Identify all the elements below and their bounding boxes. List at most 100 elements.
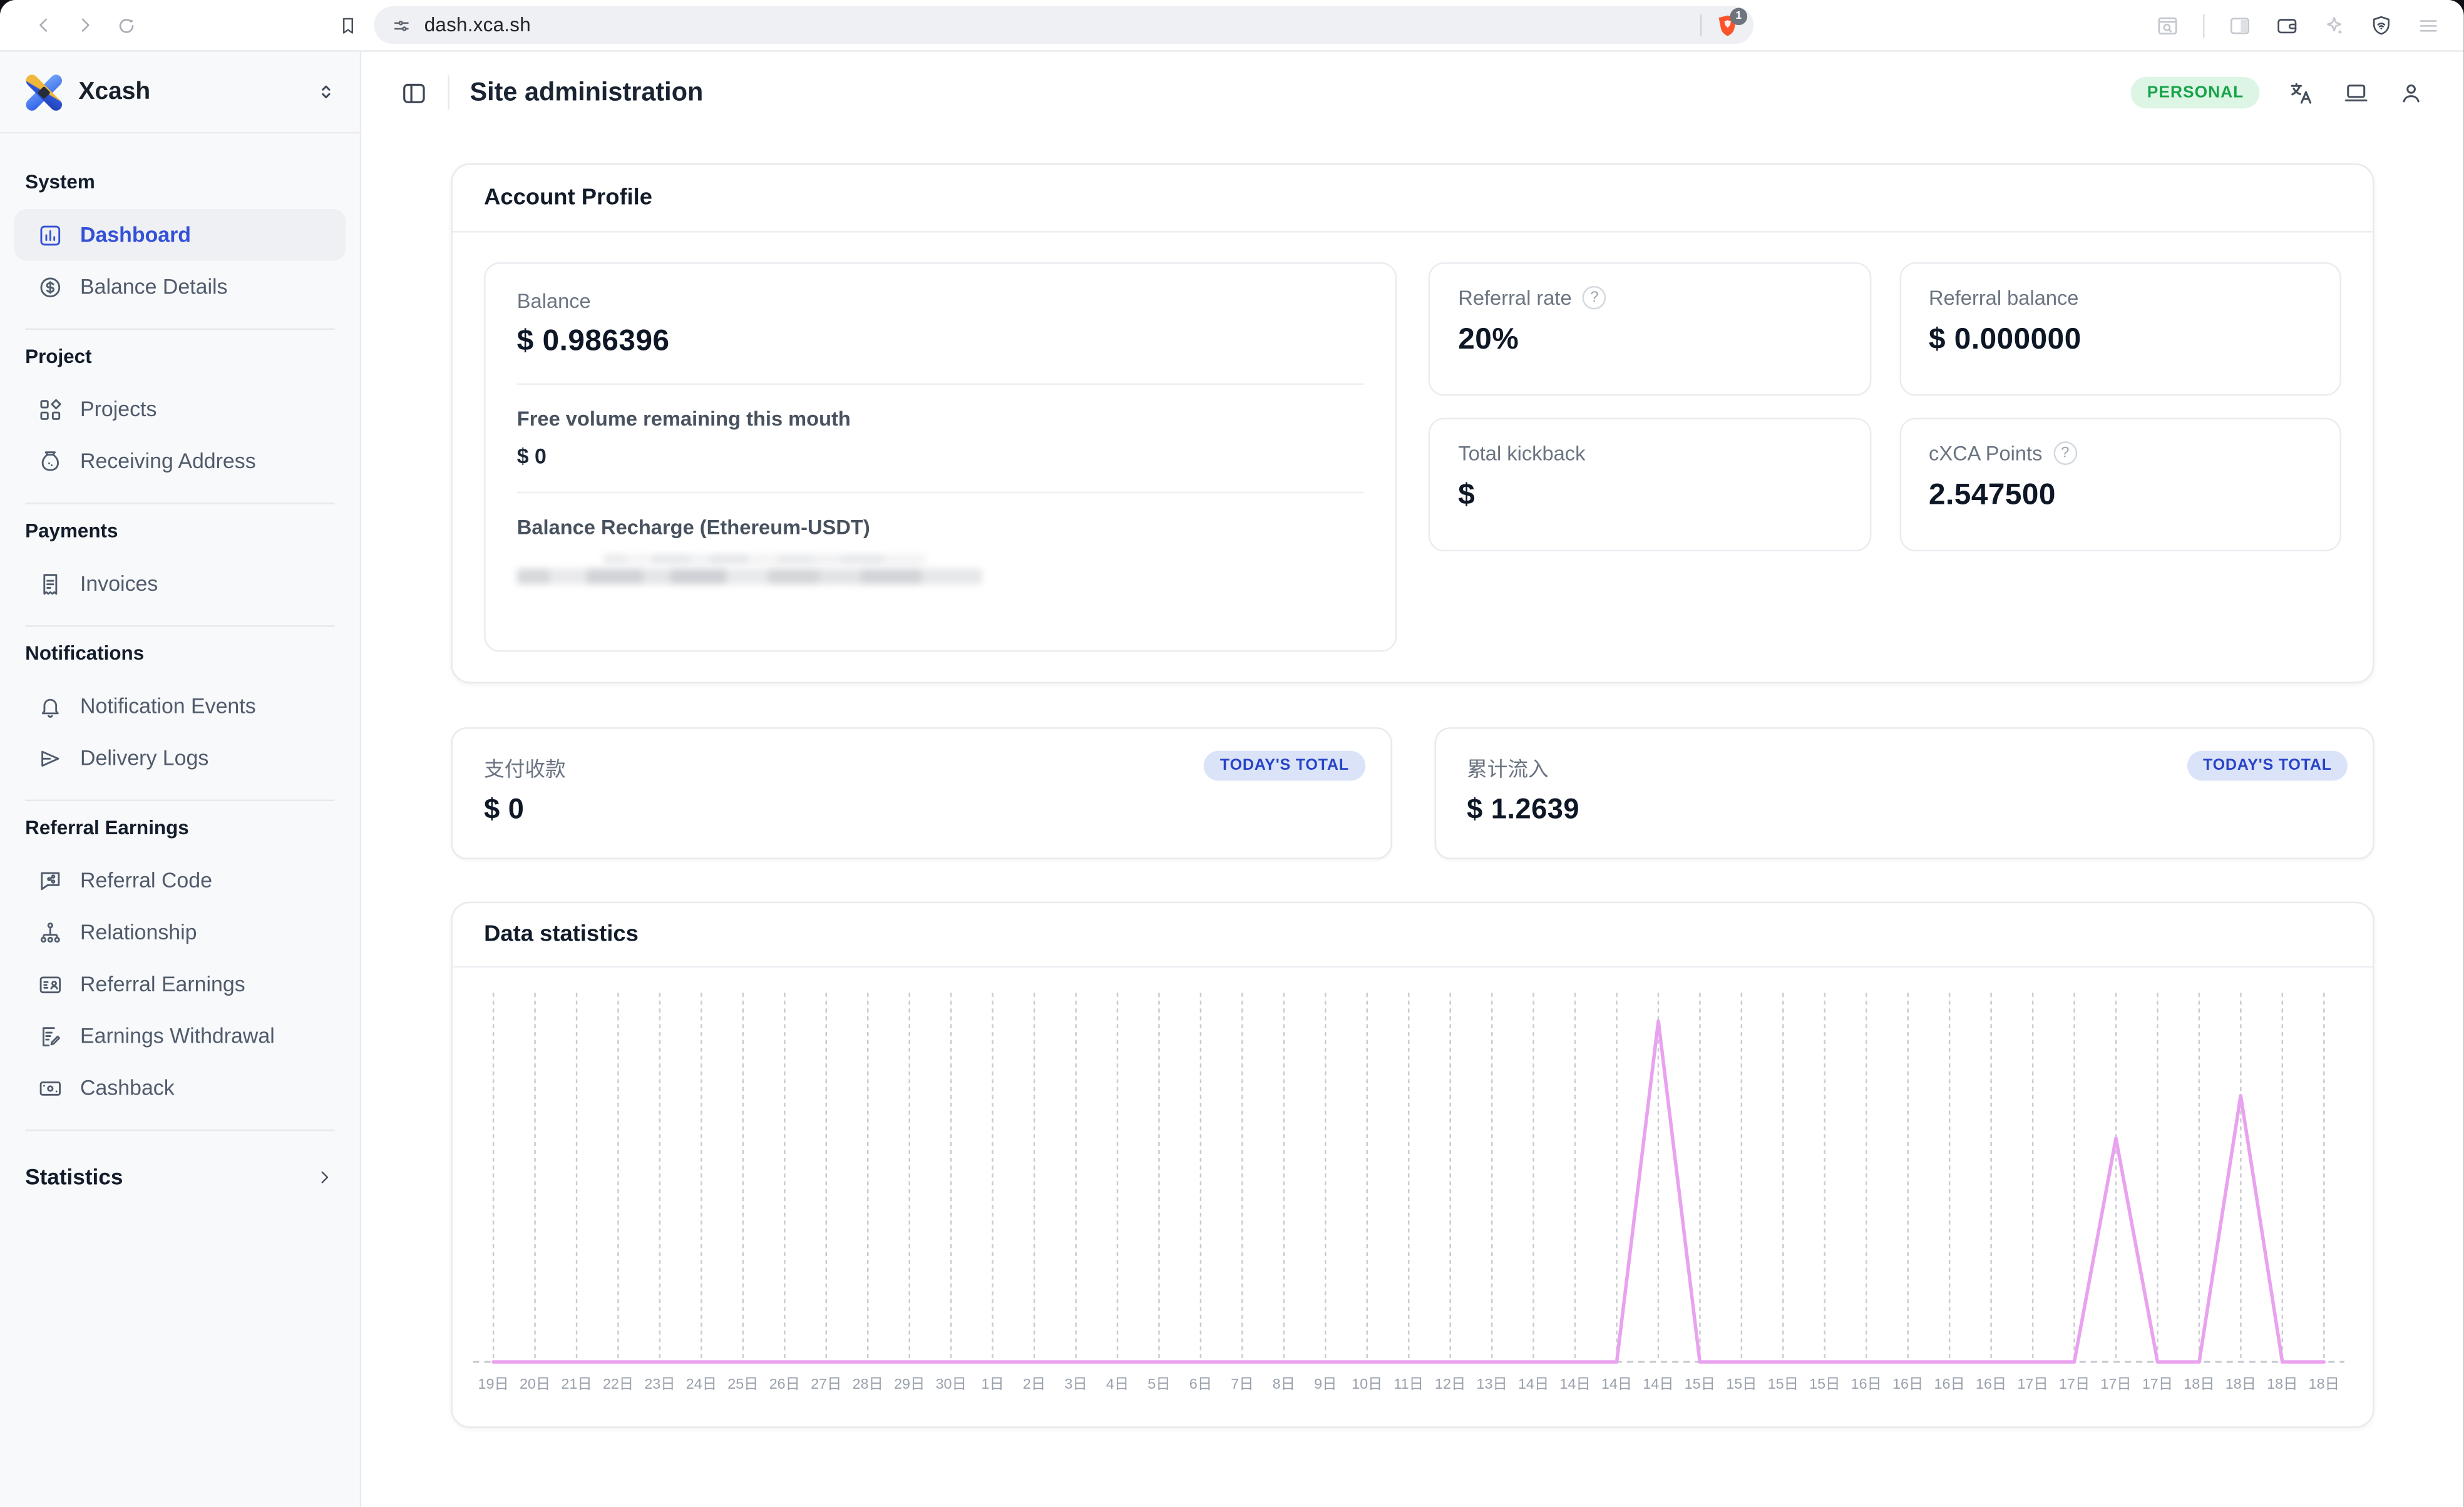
sidebar-item-earnings-withdrawal[interactable]: Earnings Withdrawal — [14, 1010, 346, 1062]
line-chart: 19日20日21日22日23日24日25日26日27日28日29日30日1日2日… — [453, 968, 2374, 1426]
back-icon[interactable] — [34, 16, 53, 34]
sparkle-icon[interactable] — [2323, 13, 2346, 37]
shield-badge: 1 — [1730, 7, 1748, 24]
stat-value: 20% — [1458, 324, 1840, 358]
sidebar-item-label: Balance Details — [80, 275, 227, 299]
sidebar-item-delivery-logs[interactable]: Delivery Logs — [14, 732, 346, 784]
svg-text:17日: 17日 — [2142, 1376, 2173, 1392]
section-label-referral-earnings: Referral Earnings — [25, 817, 334, 839]
chevrons-up-down-icon[interactable] — [316, 82, 337, 103]
svg-text:9日: 9日 — [1314, 1376, 1337, 1392]
user-icon[interactable] — [2398, 79, 2425, 106]
divider — [448, 75, 449, 110]
shield-wifi-icon[interactable] — [2369, 13, 2393, 37]
svg-text:18日: 18日 — [2267, 1376, 2297, 1392]
svg-text:15日: 15日 — [1685, 1376, 1715, 1392]
sidebar-item-relationship[interactable]: Relationship — [14, 906, 346, 958]
divider — [1700, 14, 1702, 36]
svg-text:16日: 16日 — [1892, 1376, 1923, 1392]
free-volume-value: $ 0 — [517, 444, 1364, 468]
sidebar-item-invoices[interactable]: Invoices — [14, 558, 346, 610]
address-bar[interactable]: dash.xca.sh 1 — [374, 6, 1753, 44]
divider — [25, 800, 334, 802]
sidebar-item-label: Statistics — [25, 1164, 123, 1189]
brave-shield-icon[interactable]: 1 — [1714, 12, 1741, 39]
id-card-icon — [38, 971, 63, 996]
svg-text:17日: 17日 — [2100, 1376, 2131, 1392]
svg-text:19日: 19日 — [478, 1376, 508, 1392]
stat-label: cXCA Points — [1929, 441, 2042, 465]
reload-icon[interactable] — [116, 15, 137, 36]
divider — [25, 1130, 334, 1132]
receipt-icon — [38, 571, 63, 596]
free-volume-label: Free volume remaining this mouth — [517, 407, 1364, 431]
svg-text:30日: 30日 — [936, 1376, 967, 1392]
svg-text:2日: 2日 — [1023, 1376, 1045, 1392]
sidebar-item-label: Referral Earnings — [80, 973, 245, 996]
svg-text:3日: 3日 — [1064, 1376, 1087, 1392]
help-icon[interactable]: ? — [2053, 441, 2077, 465]
svg-text:23日: 23日 — [644, 1376, 675, 1392]
svg-text:14日: 14日 — [1643, 1376, 1673, 1392]
svg-text:17日: 17日 — [2017, 1376, 2048, 1392]
stat-label: Total kickback — [1458, 441, 1585, 465]
sidebar-item-dashboard[interactable]: Dashboard — [14, 209, 346, 261]
section-label-payments: Payments — [25, 520, 334, 542]
sidebar-item-projects[interactable]: Projects — [14, 383, 346, 435]
sidebar-item-notification-events[interactable]: Notification Events — [14, 680, 346, 732]
sidebar-item-cashback[interactable]: Cashback — [14, 1062, 346, 1114]
stat-label: Referral rate — [1458, 286, 1571, 310]
svg-text:15日: 15日 — [1809, 1376, 1840, 1392]
laptop-icon[interactable] — [2343, 79, 2369, 106]
sidebar-item-label: Dashboard — [80, 223, 191, 247]
divider — [25, 329, 334, 330]
svg-text:26日: 26日 — [769, 1376, 800, 1392]
section-label-notifications: Notifications — [25, 643, 334, 665]
svg-text:13日: 13日 — [1476, 1376, 1507, 1392]
divider — [25, 503, 334, 504]
svg-text:14日: 14日 — [1559, 1376, 1590, 1392]
browser-window: dash.xca.sh 1 — [0, 0, 2464, 1507]
panel-right-icon[interactable] — [2228, 13, 2252, 37]
bookmark-icon[interactable] — [338, 15, 359, 36]
stat-card-referral-rate: Referral rate? 20% — [1429, 262, 1871, 396]
svg-text:14日: 14日 — [1601, 1376, 1632, 1392]
recharge-address-redacted — [517, 554, 1364, 585]
app-shell: Xcash System Dashboard Balance Details Proj… — [0, 52, 2464, 1507]
site-settings-icon[interactable] — [391, 15, 412, 36]
divider — [25, 625, 334, 627]
menu-icon[interactable] — [2416, 13, 2440, 37]
sidebar-item-receiving-address[interactable]: Receiving Address — [14, 435, 346, 487]
svg-text:11日: 11日 — [1394, 1376, 1424, 1392]
stat-card-cxca-points: cXCA Points?2.547500 — [1899, 418, 2341, 551]
sidebar-item-label: Notification Events — [80, 694, 256, 718]
svg-text:7日: 7日 — [1231, 1376, 1253, 1392]
help-icon[interactable]: ? — [1583, 286, 1606, 310]
todays-total-badge: TODAY'S TOTAL — [1204, 751, 1365, 781]
forward-icon[interactable] — [75, 16, 94, 34]
svg-text:16日: 16日 — [1934, 1376, 1965, 1392]
balance-value: $ 0.986396 — [517, 325, 1364, 360]
svg-text:6日: 6日 — [1189, 1376, 1212, 1392]
sidebar-item-balance-details[interactable]: Balance Details — [14, 261, 346, 313]
sidebar-item-referral-code[interactable]: Referral Code — [14, 854, 346, 906]
sidebar-item-label: Invoices — [80, 572, 158, 596]
sidebar-toggle-icon[interactable] — [401, 79, 428, 106]
chevron-right-icon — [314, 1167, 335, 1187]
section-label-system: System — [25, 171, 334, 193]
sidebar-item-label: Relationship — [80, 921, 197, 944]
translate-icon[interactable] — [2288, 79, 2315, 106]
svg-text:29日: 29日 — [894, 1376, 925, 1392]
banknote-icon — [38, 1075, 63, 1100]
svg-text:21日: 21日 — [561, 1376, 592, 1392]
sidebar-item-referral-earnings[interactable]: Referral Earnings — [14, 958, 346, 1010]
brand-name: Xcash — [79, 78, 151, 106]
page-search-icon[interactable] — [2156, 13, 2180, 37]
wallet-icon[interactable] — [2275, 13, 2299, 37]
workspace-switcher[interactable]: Xcash — [0, 52, 360, 134]
dashboard-content: Account Profile Balance $ 0.986396 Free … — [361, 133, 2463, 1507]
svg-text:16日: 16日 — [1976, 1376, 2006, 1392]
svg-text:24日: 24日 — [686, 1376, 717, 1392]
sidebar-item-statistics[interactable]: Statistics — [14, 1147, 346, 1206]
bell-icon — [38, 693, 63, 718]
